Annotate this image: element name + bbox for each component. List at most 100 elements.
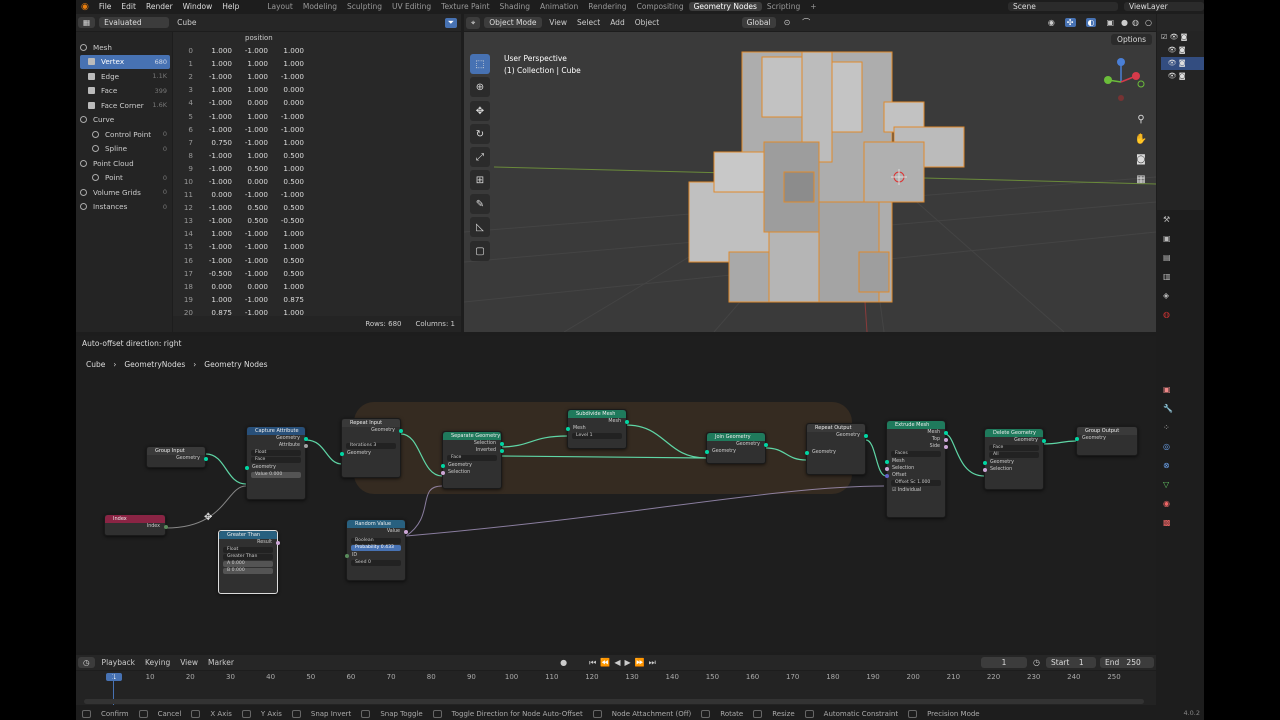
timeline-editor-type-icon[interactable]: ◷ xyxy=(78,657,95,668)
x-axis-icon[interactable] xyxy=(1132,72,1140,80)
output-tab-icon[interactable]: ▤ xyxy=(1163,248,1204,267)
pan-hand-icon[interactable]: ✋ xyxy=(1132,130,1150,150)
menu-render[interactable]: Render xyxy=(141,2,178,11)
view-layer-tab-icon[interactable]: ▥ xyxy=(1163,267,1204,286)
record-icon[interactable]: ● xyxy=(560,658,567,667)
measure-tool-icon[interactable]: ◺ xyxy=(470,217,490,237)
cursor-tool-icon[interactable]: ⊕ xyxy=(470,77,490,97)
viewport-editor-type-icon[interactable]: ⌖ xyxy=(466,16,481,29)
node-random-value[interactable]: Random Value Value Boolean Probability 0… xyxy=(344,519,408,581)
world-tab-icon[interactable]: ◍ xyxy=(1163,305,1204,324)
menu-add[interactable]: Add xyxy=(605,18,630,27)
tab-texture-paint[interactable]: Texture Paint xyxy=(436,2,494,11)
3d-viewport[interactable]: User Perspective (1) Collection | Cube O… xyxy=(464,32,1156,332)
annotate-tool-icon[interactable]: ✎ xyxy=(470,194,490,214)
timeline-scrollbar[interactable] xyxy=(84,699,1144,704)
menu-view[interactable]: View xyxy=(544,18,572,27)
next-key-icon[interactable]: ⏩ xyxy=(635,658,645,667)
node-index[interactable]: Index Index xyxy=(104,514,168,536)
menu-select[interactable]: Select xyxy=(572,18,605,27)
xray-icon[interactable]: ▣ xyxy=(1106,18,1114,27)
tree-volume-grids[interactable]: Volume Grids 0 xyxy=(80,185,170,200)
tab-scripting[interactable]: Scripting xyxy=(762,2,805,11)
column-header-position[interactable]: position xyxy=(173,32,461,44)
menu-timeline-view[interactable]: View xyxy=(175,658,203,667)
node-separate-geometry[interactable]: Separate Geometry Selection Inverted Fac… xyxy=(440,431,504,489)
outliner-row[interactable]: 👁 ◙ xyxy=(1161,44,1204,57)
outliner-row[interactable]: 👁 ◙ xyxy=(1161,57,1204,70)
tree-instances[interactable]: Instances 0 xyxy=(80,200,170,215)
evaluation-mode-select[interactable]: Evaluated xyxy=(99,17,170,28)
menu-object[interactable]: Object xyxy=(630,18,664,27)
add-workspace-button[interactable]: + xyxy=(805,2,821,11)
gizmo-icon[interactable]: ✣ xyxy=(1064,18,1076,27)
tab-animation[interactable]: Animation xyxy=(535,2,583,11)
navigation-gizmo[interactable] xyxy=(1096,54,1146,114)
node-greater-than[interactable]: Greater Than Result Float Greater Than A… xyxy=(218,530,280,594)
z-axis-icon[interactable] xyxy=(1117,58,1125,66)
overlays-icon[interactable]: ◐ xyxy=(1085,18,1097,27)
tree-point[interactable]: Point 0 xyxy=(80,171,170,186)
menu-playback[interactable]: Playback xyxy=(97,658,140,667)
clock-icon[interactable]: ◷ xyxy=(1033,658,1040,667)
texture-tab-icon[interactable]: ▩ xyxy=(1163,513,1204,532)
pivot-icon[interactable]: ⊙ xyxy=(784,18,791,27)
tree-face[interactable]: Face 399 xyxy=(80,84,170,99)
options-button[interactable]: Options xyxy=(1111,34,1152,45)
filter-icon[interactable]: ⏷ xyxy=(444,17,457,28)
tab-modeling[interactable]: Modeling xyxy=(298,2,342,11)
tab-geometry-nodes[interactable]: Geometry Nodes xyxy=(688,2,762,11)
scene-selector[interactable]: Scene xyxy=(1008,2,1118,11)
menu-marker[interactable]: Marker xyxy=(203,658,239,667)
jump-start-icon[interactable]: ⏮ xyxy=(589,658,596,668)
tab-compositing[interactable]: Compositing xyxy=(632,2,689,11)
outliner-row[interactable]: 👁 ◙ xyxy=(1161,70,1204,83)
tab-layout[interactable]: Layout xyxy=(262,2,298,11)
add-cube-tool-icon[interactable]: ▢ xyxy=(470,241,490,261)
y-axis-icon[interactable] xyxy=(1104,76,1112,84)
shading-rendered-icon[interactable]: ○ xyxy=(1145,18,1152,27)
blender-logo-icon[interactable]: ◉ xyxy=(76,2,94,12)
menu-window[interactable]: Window xyxy=(178,2,218,11)
jump-end-icon[interactable]: ⏭ xyxy=(649,658,656,668)
object-tab-icon[interactable]: ▣ xyxy=(1163,380,1204,399)
tree-curve[interactable]: Curve xyxy=(80,113,170,128)
material-tab-icon[interactable]: ◉ xyxy=(1163,494,1204,513)
scene-tab-icon[interactable]: ◈ xyxy=(1163,286,1204,305)
frame-ruler[interactable]: 1 10 20 30 40 50 60 70 80 90 100 110 120 130 140 150 160… xyxy=(76,673,1156,685)
particles-tab-icon[interactable]: ⁘ xyxy=(1163,418,1204,437)
tab-sculpting[interactable]: Sculpting xyxy=(342,2,387,11)
tree-control-point[interactable]: Control Point 0 xyxy=(80,127,170,142)
prev-key-icon[interactable]: ⏪ xyxy=(600,658,610,667)
menu-file[interactable]: File xyxy=(94,2,117,11)
transform-orientation-select[interactable]: Global xyxy=(741,17,776,28)
tree-mesh[interactable]: Mesh xyxy=(80,40,170,55)
zoom-icon[interactable]: ⚲ xyxy=(1132,110,1150,130)
current-frame-field[interactable]: 1 xyxy=(981,657,1028,668)
node-extrude-mesh[interactable]: Extrude Mesh Mesh Top Side Faces Mesh Se… xyxy=(884,420,948,518)
tab-uv-editing[interactable]: UV Editing xyxy=(387,2,436,11)
select-tool-icon[interactable]: ⬚ xyxy=(470,54,490,74)
editor-type-icon[interactable]: ▦ xyxy=(78,17,96,28)
timeline-area[interactable]: 1 10 20 30 40 50 60 70 80 90 100 110 120 130 140 150 160… xyxy=(76,671,1156,705)
tab-shading[interactable]: Shading xyxy=(495,2,535,11)
camera-icon[interactable]: ◙ xyxy=(1132,150,1150,170)
constraints-tab-icon[interactable]: ⊗ xyxy=(1163,456,1204,475)
node-join-geometry[interactable]: Join Geometry Geometry Geometry xyxy=(704,432,768,464)
play-reverse-icon[interactable]: ◀ xyxy=(614,658,620,667)
node-editor[interactable]: Auto-offset direction: right Cube › Geome… xyxy=(76,336,1156,652)
node-delete-geometry[interactable]: Delete Geometry Geometry Face All Geomet… xyxy=(982,428,1046,490)
menu-keying[interactable]: Keying xyxy=(140,658,175,667)
render-tab-icon[interactable]: ▣ xyxy=(1163,229,1204,248)
cube-object[interactable] xyxy=(688,51,965,303)
rotate-tool-icon[interactable]: ↻ xyxy=(470,124,490,144)
end-frame-field[interactable]: End 250 xyxy=(1100,657,1154,668)
move-tool-icon[interactable]: ✥ xyxy=(470,101,490,121)
node-repeat-output[interactable]: Repeat Output Geometry Geometry xyxy=(804,423,868,475)
play-icon[interactable]: ▶ xyxy=(624,658,630,667)
transform-tool-icon[interactable]: ⊞ xyxy=(470,170,490,190)
shading-solid-icon[interactable]: ● xyxy=(1121,18,1128,27)
tree-spline[interactable]: Spline 0 xyxy=(80,142,170,157)
node-group-input[interactable]: Group Input Geometry xyxy=(146,446,208,468)
visibility-icon[interactable]: ◉ xyxy=(1048,18,1055,27)
